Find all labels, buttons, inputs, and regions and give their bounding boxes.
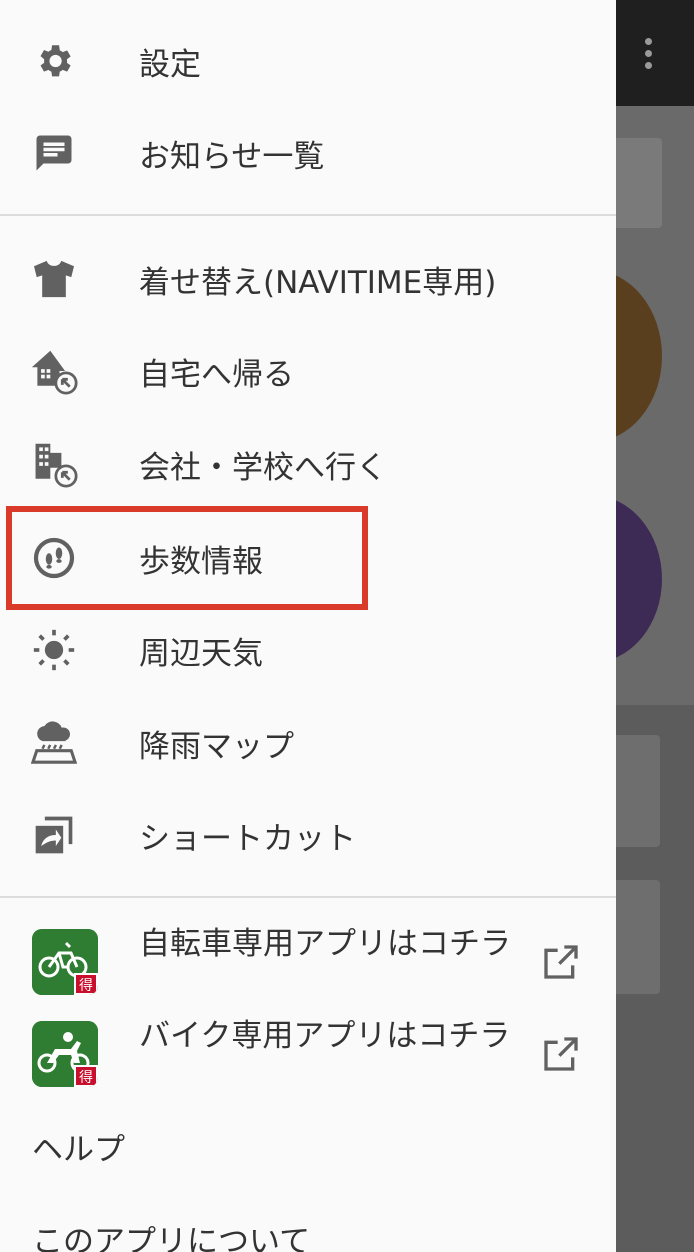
menu-label-theme: 着せ替え(NAVITIME専用) <box>139 264 497 301</box>
menu-item-theme[interactable]: 着せ替え(NAVITIME専用) <box>0 253 616 305</box>
menu-item-notices[interactable]: お知らせ一覧 <box>0 127 616 179</box>
office-route-icon <box>30 440 78 488</box>
tshirt-icon <box>30 255 78 303</box>
home-route-icon <box>30 347 78 395</box>
menu-label-go-home: 自宅へ帰る <box>139 356 294 393</box>
overflow-menu-icon[interactable] <box>641 38 655 74</box>
shortcut-icon <box>30 811 78 859</box>
bike-app-label: バイク専用アプリはコチラ <box>139 1018 511 1054</box>
menu-item-go-work[interactable]: 会社・学校へ行く <box>0 438 616 490</box>
bicycle-app-icon: 得 <box>32 929 98 995</box>
open-external-icon <box>541 1034 583 1076</box>
highlight-box <box>6 506 368 610</box>
sun-icon <box>30 626 78 674</box>
gear-icon <box>30 37 78 85</box>
motorbike-app-icon: 得 <box>32 1021 98 1087</box>
menu-item-settings[interactable]: 設定 <box>0 35 616 87</box>
menu-label-notices: お知らせ一覧 <box>139 138 325 175</box>
link-bicycle-app[interactable]: 得 自転車専用アプリはコチラ <box>0 922 616 1010</box>
bicycle-app-label: 自転車専用アプリはコチラ <box>139 926 511 962</box>
badge-label: 得 <box>79 1069 93 1086</box>
divider <box>0 214 616 216</box>
menu-label-weather: 周辺天気 <box>139 635 263 672</box>
rain-map-icon <box>30 719 78 767</box>
menu-item-about[interactable]: このアプリについて <box>32 1216 310 1252</box>
open-external-icon <box>541 942 583 984</box>
menu-item-help[interactable]: ヘルプ <box>32 1124 125 1169</box>
menu-item-shortcut[interactable]: ショートカット <box>0 809 616 861</box>
message-icon <box>30 129 78 177</box>
menu-label-rain-map: 降雨マップ <box>139 728 294 765</box>
menu-label-go-work: 会社・学校へ行く <box>139 449 387 486</box>
menu-item-rain-map[interactable]: 降雨マップ <box>0 717 616 769</box>
link-bike-app[interactable]: 得 バイク専用アプリはコチラ <box>0 1014 616 1102</box>
navigation-drawer: 設定 お知らせ一覧 着せ替え(NAVITIME専用) 自宅へ帰る 会社・学校へ行… <box>0 0 616 1252</box>
menu-label-shortcut: ショートカット <box>139 820 356 857</box>
divider <box>0 896 616 898</box>
badge-label: 得 <box>79 977 93 994</box>
menu-item-weather[interactable]: 周辺天気 <box>0 624 616 676</box>
menu-label-settings: 設定 <box>139 46 201 83</box>
menu-item-go-home[interactable]: 自宅へ帰る <box>0 345 616 397</box>
